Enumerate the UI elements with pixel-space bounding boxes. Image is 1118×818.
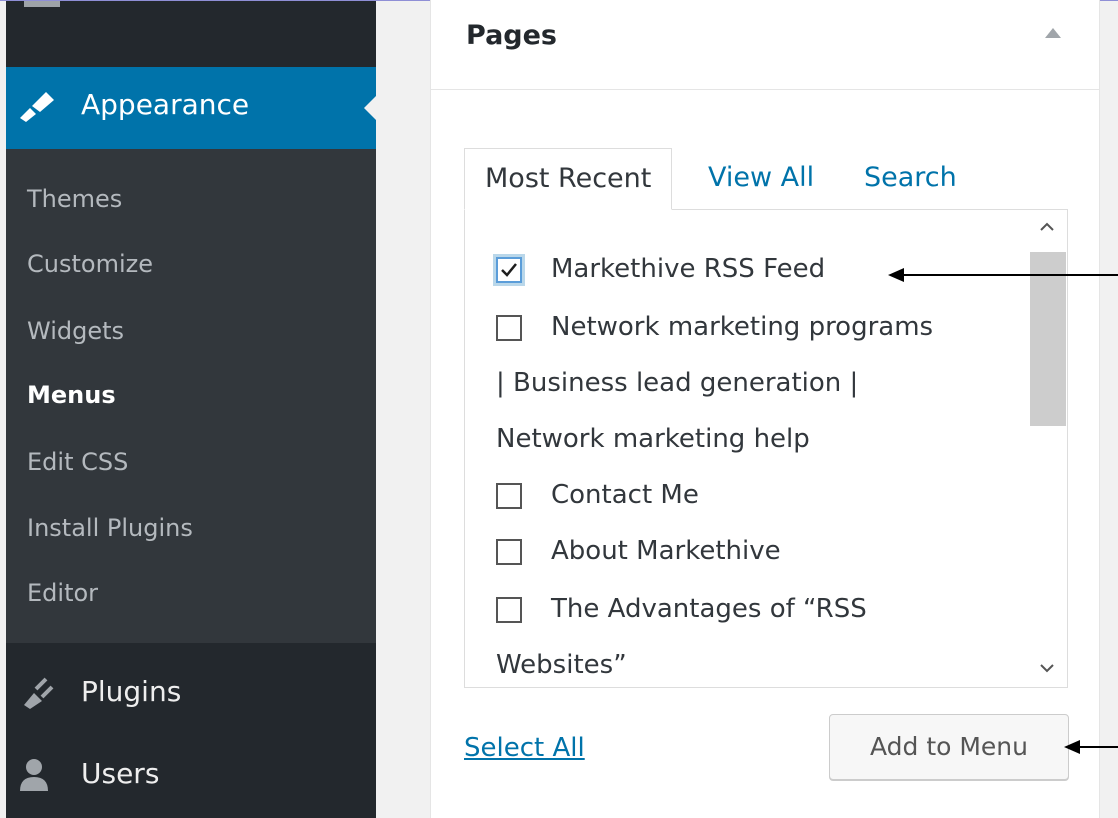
chevron-up-icon[interactable] (1037, 218, 1057, 238)
submenu-item-themes[interactable]: Themes (27, 185, 122, 213)
page-title: Pages (466, 20, 557, 51)
sidebar-edge (0, 1, 6, 818)
collapse-arrow-icon[interactable] (1045, 28, 1061, 38)
submenu-item-customize[interactable]: Customize (27, 250, 153, 278)
page-label: About Markethive (551, 536, 781, 566)
tab-most-recent[interactable]: Most Recent (464, 148, 673, 210)
tab-search[interactable]: Search (864, 148, 957, 208)
sidebar-item-cutoff[interactable] (6, 1, 376, 67)
sidebar-item-plugins[interactable]: Plugins (6, 653, 376, 723)
page-label: | Business lead generation | (496, 368, 859, 398)
paintbrush-icon (16, 88, 56, 128)
page-label: Network marketing help (496, 424, 810, 454)
submenu-item-edit-css[interactable]: Edit CSS (27, 448, 128, 476)
page-label: The Advantages of “RSS (551, 594, 867, 624)
page-checkbox[interactable] (496, 257, 522, 283)
sidebar-item-users[interactable]: Users (6, 735, 376, 805)
annotation-arrow-icon (888, 268, 1118, 282)
admin-sidebar: Appearance Themes Customize Widgets Menu… (0, 1, 376, 818)
page-label: Contact Me (551, 480, 699, 510)
page-label: Websites” (496, 650, 627, 680)
chevron-down-icon[interactable] (1037, 659, 1057, 679)
submenu-item-menus[interactable]: Menus (27, 381, 116, 409)
annotation-arrow-icon (1064, 740, 1118, 754)
checkmark-icon (501, 263, 517, 277)
page-checkbox[interactable] (496, 315, 522, 341)
sidebar-item-label: Users (81, 757, 160, 790)
builder-icon (24, 1, 60, 7)
page-label: Network marketing programs (551, 312, 934, 342)
plugin-icon (16, 675, 56, 715)
pages-metabox: Pages Most Recent View All Search Market… (430, 0, 1100, 818)
sidebar-item-appearance[interactable]: Appearance (6, 67, 376, 149)
metabox-header[interactable]: Pages (431, 0, 1099, 90)
add-to-menu-button[interactable]: Add to Menu (829, 714, 1069, 780)
sidebar-item-label: Plugins (81, 675, 182, 708)
tab-bar: Most Recent View All Search (464, 148, 1069, 210)
page-checkbox[interactable] (496, 597, 522, 623)
page-label: Markethive RSS Feed (551, 254, 826, 284)
page-checkbox[interactable] (496, 483, 522, 509)
submenu-item-widgets[interactable]: Widgets (27, 317, 124, 345)
page-checkbox[interactable] (496, 539, 522, 565)
user-icon (16, 757, 56, 797)
select-all-link[interactable]: Select All (464, 733, 585, 763)
submenu-item-editor[interactable]: Editor (27, 579, 98, 607)
sidebar-item-label: Appearance (81, 88, 250, 121)
submenu-item-install-plugins[interactable]: Install Plugins (27, 514, 193, 542)
active-indicator (364, 96, 376, 120)
tab-view-all[interactable]: View All (708, 148, 814, 208)
appearance-submenu: Themes Customize Widgets Menus Edit CSS … (6, 149, 376, 643)
